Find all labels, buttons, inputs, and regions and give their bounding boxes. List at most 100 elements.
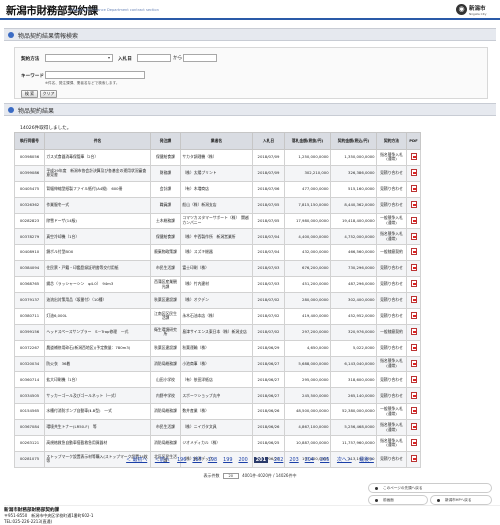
pdf-icon[interactable] bbox=[410, 280, 417, 288]
table-row: 00399156 ヘッドスペースサンプラー S－Trap修理 一式 衛生環境研究所島… bbox=[14, 323, 421, 341]
display-count-select[interactable]: 20 bbox=[222, 473, 239, 479]
contract-amount: 265,140,0000 bbox=[330, 387, 377, 405]
pdf-icon[interactable] bbox=[410, 184, 417, 192]
pdf-cell bbox=[406, 260, 421, 278]
item-name: 環境共生トナー(LR50-F) 等 bbox=[44, 419, 151, 437]
pdf-icon[interactable] bbox=[410, 423, 417, 431]
contract-amount: 6,143,040,0000 bbox=[330, 355, 377, 373]
contract-amount: 52,380,000,0000 bbox=[330, 403, 377, 421]
column-header: 件名 bbox=[44, 132, 151, 150]
vendor-name: （株）オクデン bbox=[180, 292, 253, 309]
winning-amount: 302,210,000 bbox=[284, 164, 331, 182]
pdf-cell bbox=[406, 419, 421, 437]
first-page-link[interactable]: ＜ 最初へ bbox=[126, 456, 147, 463]
item-name: 拡大印刷機（1台） bbox=[44, 371, 151, 389]
keyword-input[interactable] bbox=[45, 71, 145, 79]
footer-tel: TEL:025-226-2213(直通) bbox=[4, 519, 53, 524]
contract-amount: 452,952,0000 bbox=[330, 307, 377, 325]
pdf-icon[interactable] bbox=[410, 343, 417, 351]
vendor-name: （株）スズキ総器 bbox=[180, 244, 253, 262]
winning-amount: 432,000,0000 bbox=[284, 244, 331, 262]
contract-method-select[interactable]: ▾ bbox=[45, 54, 113, 62]
table-row: 00378279 真空冷却機（1台） 保健給食課 （株）中西製作所 新潟営業所 2018… bbox=[14, 228, 421, 246]
pdf-icon[interactable] bbox=[410, 296, 417, 304]
search-section-title: 物品契約結果情報検索 bbox=[18, 33, 79, 40]
pdf-icon[interactable] bbox=[410, 264, 417, 272]
page-number-link[interactable]: 197 bbox=[192, 457, 201, 463]
contract-method-label: 契約方法 bbox=[21, 57, 40, 62]
department: 西蒲区産業観光課 bbox=[150, 276, 181, 294]
page-number-link[interactable]: 198 bbox=[208, 457, 217, 463]
contract-amount: 487,296,0000 bbox=[330, 276, 377, 294]
winning-amount: 7,815,150,0000 bbox=[284, 196, 331, 214]
page-top-link[interactable]: このページの先頭へ戻る bbox=[368, 483, 492, 493]
contract-number: 00405475 bbox=[14, 180, 45, 198]
pdf-icon[interactable] bbox=[410, 375, 417, 383]
pdf-icon[interactable] bbox=[410, 391, 417, 399]
pdf-icon[interactable] bbox=[410, 312, 417, 320]
search-button[interactable]: 検 索 bbox=[21, 90, 38, 98]
pdf-icon[interactable] bbox=[410, 216, 417, 224]
pdf-icon[interactable] bbox=[410, 232, 417, 240]
page-number-link[interactable]: 196 bbox=[177, 457, 186, 463]
last-page-link[interactable]: 最後＞ bbox=[359, 456, 374, 463]
date-separator: から bbox=[173, 56, 183, 61]
table-row: 00326362 作業服冬一式 職員課 船山（株）新潟支店 2018/07/05 7,81… bbox=[14, 196, 421, 214]
prev-screen-link[interactable]: 前画面 bbox=[368, 495, 428, 505]
page-number-link[interactable]: 199 bbox=[223, 457, 232, 463]
winning-amount: 4,400,000,0000 bbox=[284, 228, 331, 246]
page-number-link[interactable]: 201 bbox=[253, 457, 268, 463]
bid-date: 2018/06/27 bbox=[252, 371, 285, 389]
pdf-icon[interactable] bbox=[410, 439, 417, 447]
pdf-icon[interactable] bbox=[410, 200, 417, 208]
contract-number: 00154565 bbox=[14, 403, 45, 421]
contract-number: 00408910 bbox=[14, 244, 45, 262]
page-number-link[interactable]: 204 bbox=[305, 457, 314, 463]
city-logo[interactable]: ◉ 新潟市 Niigata City bbox=[456, 3, 492, 18]
page-number-link[interactable]: 205 bbox=[320, 457, 329, 463]
pdf-cell bbox=[406, 244, 421, 262]
pdf-icon[interactable] bbox=[410, 359, 417, 367]
table-header-row: 執行同番号 件名 発注課 業者名 入札日 落札金額(税抜/円) 契約金額(税込/円) 契約方法… bbox=[14, 132, 421, 150]
pdf-icon[interactable] bbox=[410, 153, 417, 161]
page-number-link[interactable]: 200 bbox=[238, 457, 247, 463]
item-name: サッカーゴール及びゴールネット（一式） bbox=[44, 387, 151, 405]
vendor-name: （株）中西製作所 新潟営業所 bbox=[180, 228, 253, 246]
contract-amount: 1,350,000,0000 bbox=[330, 149, 377, 166]
department: 廃棄物政策課 bbox=[150, 244, 181, 262]
winning-amount: 17,980,000,0000 bbox=[284, 212, 331, 230]
pdf-icon[interactable] bbox=[410, 327, 417, 335]
date-from-input[interactable] bbox=[137, 54, 171, 62]
table-row: 00405475 背幅伸縮型紙製ファイル紙付(A4縦) 600冊 会計課 （有）木増商… bbox=[14, 180, 421, 198]
column-header: 執行同番号 bbox=[14, 132, 45, 150]
pdf-icon[interactable] bbox=[410, 248, 417, 256]
pdf-icon[interactable] bbox=[410, 407, 417, 415]
vendor-name: 数井産業（株） bbox=[180, 403, 253, 421]
display-count: 表示件数 20 4001件-4020件 / 14026件中 bbox=[0, 473, 500, 479]
contract-amount: 302,400,0000 bbox=[330, 292, 377, 309]
contract-amount: 5,022,0000 bbox=[330, 339, 377, 357]
bid-date: 2018/07/03 bbox=[252, 260, 285, 278]
city-home-link[interactable]: 新潟市HPへ戻る bbox=[430, 495, 492, 505]
vendor-name: スポーツショップ丸中 bbox=[180, 387, 253, 405]
department: 財務課 bbox=[150, 164, 181, 182]
pdf-cell bbox=[406, 164, 421, 182]
bid-date: 2018/06/29 bbox=[252, 339, 285, 357]
winning-amount: 280,000,0000 bbox=[284, 292, 331, 309]
bid-date: 2018/07/04 bbox=[252, 244, 285, 262]
next-page-link[interactable]: 次へ＞ bbox=[337, 456, 352, 463]
logo-name: 新潟市 bbox=[469, 6, 486, 12]
bid-date: 2018/07/02 bbox=[252, 307, 285, 325]
column-header: 落札金額(税抜/円) bbox=[284, 132, 331, 150]
winning-amount: 1,250,000,0000 bbox=[284, 149, 331, 166]
page-number-link[interactable]: 202 bbox=[274, 457, 283, 463]
page-number-link[interactable]: 203 bbox=[289, 457, 298, 463]
pdf-icon[interactable] bbox=[410, 169, 417, 177]
date-to-input[interactable] bbox=[183, 54, 217, 62]
vendor-name: 小池商事（株） bbox=[180, 355, 253, 373]
clear-button[interactable]: クリア bbox=[40, 90, 57, 98]
pdf-cell bbox=[406, 387, 421, 405]
prev-page-link[interactable]: ＜前へ bbox=[155, 456, 170, 463]
item-name: ガス式食器消毒保管庫（2台） bbox=[44, 149, 151, 166]
bid-date: 2018/07/02 bbox=[252, 323, 285, 341]
